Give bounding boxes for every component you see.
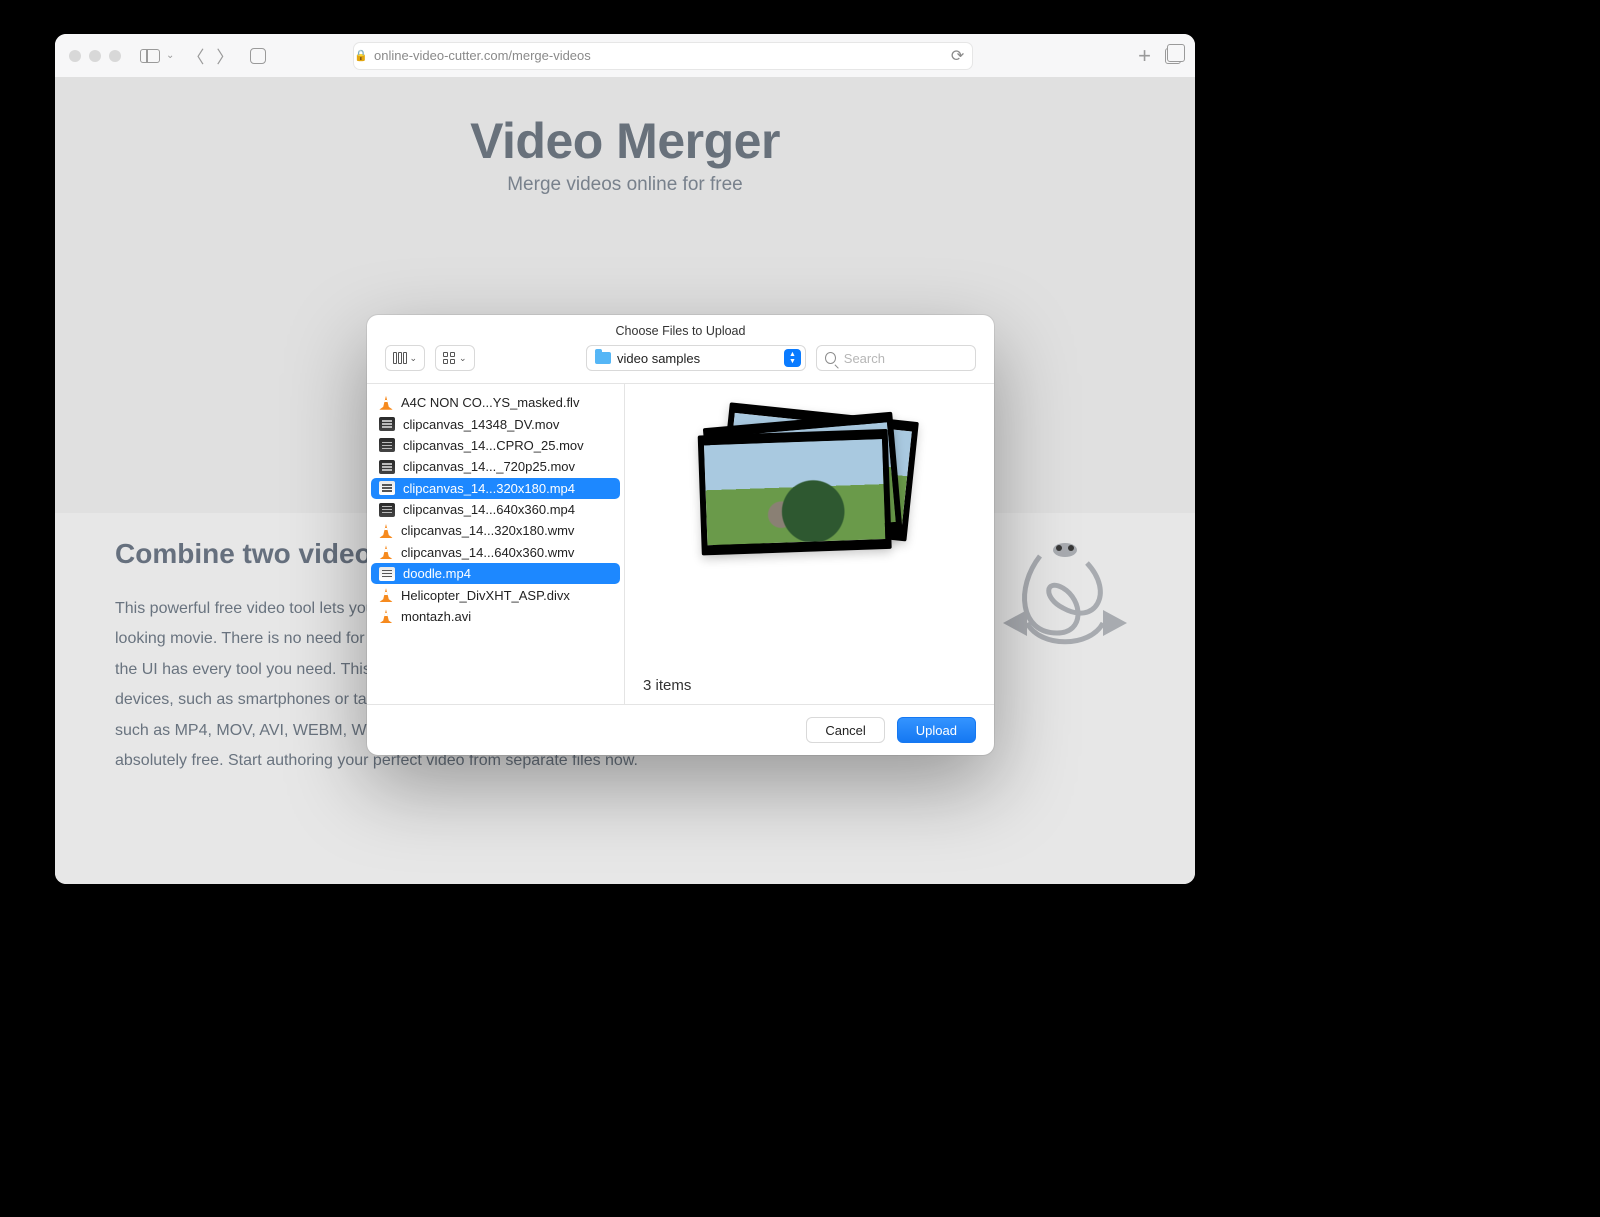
file-row[interactable]: Helicopter_DivXHT_ASP.divx [367, 584, 624, 605]
file-row[interactable]: clipcanvas_14...640x360.mp4 [367, 499, 624, 520]
file-row[interactable]: clipcanvas_14...640x360.wmv [367, 542, 624, 563]
file-row[interactable]: A4C NON CO...YS_masked.flv [367, 392, 624, 413]
window-controls [69, 50, 121, 62]
show-tabs-button[interactable] [1165, 48, 1181, 64]
up-down-icon: ▲▼ [784, 349, 801, 367]
cancel-button[interactable]: Cancel [806, 717, 884, 743]
file-name: doodle.mp4 [403, 566, 471, 581]
grid-icon [443, 352, 456, 364]
reload-button[interactable]: ⟳ [951, 46, 972, 66]
vlc-icon [379, 609, 393, 623]
file-name: clipcanvas_14...320x180.mp4 [403, 481, 575, 496]
dialog-body: A4C NON CO...YS_masked.flv clipcanvas_143… [367, 383, 994, 705]
close-window[interactable] [69, 50, 81, 62]
file-name: clipcanvas_14..._720p25.mov [403, 459, 575, 474]
search-icon [825, 352, 836, 364]
video-thumb-icon [379, 481, 395, 495]
vlc-icon [379, 588, 393, 602]
preview-stack [705, 412, 915, 572]
file-row[interactable]: clipcanvas_14...CPRO_25.mov [367, 435, 624, 456]
file-name: clipcanvas_14...320x180.wmv [401, 523, 574, 538]
video-thumb-icon [379, 503, 395, 517]
folder-name: video samples [617, 351, 778, 366]
upload-button[interactable]: Upload [897, 717, 976, 743]
file-row[interactable]: clipcanvas_14...320x180.mp4 [371, 478, 620, 499]
sidebar-icon [140, 49, 160, 63]
lock-icon: 🔒 [354, 49, 368, 62]
video-thumb-icon [379, 438, 395, 452]
file-name: Helicopter_DivXHT_ASP.divx [401, 588, 570, 603]
file-list[interactable]: A4C NON CO...YS_masked.flv clipcanvas_143… [367, 384, 625, 704]
video-thumb-icon [379, 567, 395, 581]
back-button[interactable]: 〈 [183, 43, 208, 68]
page-viewport: Video Merger Merge videos online for fre… [55, 78, 1195, 884]
file-name: A4C NON CO...YS_masked.flv [401, 395, 579, 410]
preview-thumb [697, 429, 891, 556]
browser-toolbar: ⌄ 〈 〉 🔒 online-video-cutter.com/merge-vi… [55, 34, 1195, 78]
address-bar[interactable]: 🔒 online-video-cutter.com/merge-videos ⟳ [353, 42, 973, 70]
chevron-down-icon: ⌄ [410, 353, 418, 364]
file-picker-dialog: Choose Files to Upload ⌄ ⌄ [367, 315, 994, 755]
folder-popup[interactable]: video samples ▲▼ [586, 345, 806, 371]
preview-pane: 3 items [625, 384, 994, 704]
video-thumb-icon [379, 460, 395, 474]
chevron-down-icon: ⌄ [164, 50, 174, 61]
share-button[interactable] [250, 48, 266, 64]
file-name: clipcanvas_14...640x360.wmv [401, 545, 574, 560]
view-grid-control[interactable]: ⌄ [435, 345, 475, 371]
vlc-icon [379, 396, 393, 410]
file-row[interactable]: clipcanvas_14...320x180.wmv [367, 520, 624, 541]
dialog-footer: Cancel Upload [367, 705, 994, 755]
columns-icon [393, 352, 407, 364]
url-text: online-video-cutter.com/merge-videos [374, 48, 591, 63]
file-name: clipcanvas_14...640x360.mp4 [403, 502, 575, 517]
view-column-control[interactable]: ⌄ [385, 345, 425, 371]
search-field[interactable] [816, 345, 976, 371]
file-row[interactable]: clipcanvas_14348_DV.mov [367, 413, 624, 434]
vlc-icon [379, 545, 393, 559]
dialog-title: Choose Files to Upload [367, 315, 994, 345]
zoom-window[interactable] [109, 50, 121, 62]
chevron-down-icon: ⌄ [459, 353, 467, 364]
video-thumb-icon [379, 417, 395, 431]
file-name: clipcanvas_14...CPRO_25.mov [403, 438, 584, 453]
forward-button[interactable]: 〉 [212, 43, 237, 68]
file-row[interactable]: doodle.mp4 [371, 563, 620, 584]
folder-icon [595, 352, 611, 364]
item-count: 3 items [643, 665, 691, 694]
file-name: clipcanvas_14348_DV.mov [403, 417, 559, 432]
new-tab-button[interactable]: + [1138, 43, 1151, 69]
vlc-icon [379, 524, 393, 538]
minimize-window[interactable] [89, 50, 101, 62]
file-name: montazh.avi [401, 609, 471, 624]
file-row[interactable]: montazh.avi [367, 606, 624, 627]
browser-window: ⌄ 〈 〉 🔒 online-video-cutter.com/merge-vi… [55, 34, 1195, 884]
sidebar-toggle[interactable]: ⌄ [140, 49, 174, 63]
dialog-toolbar: ⌄ ⌄ video samples ▲▼ [367, 345, 994, 383]
file-row[interactable]: clipcanvas_14..._720p25.mov [367, 456, 624, 477]
search-input[interactable] [842, 350, 967, 367]
